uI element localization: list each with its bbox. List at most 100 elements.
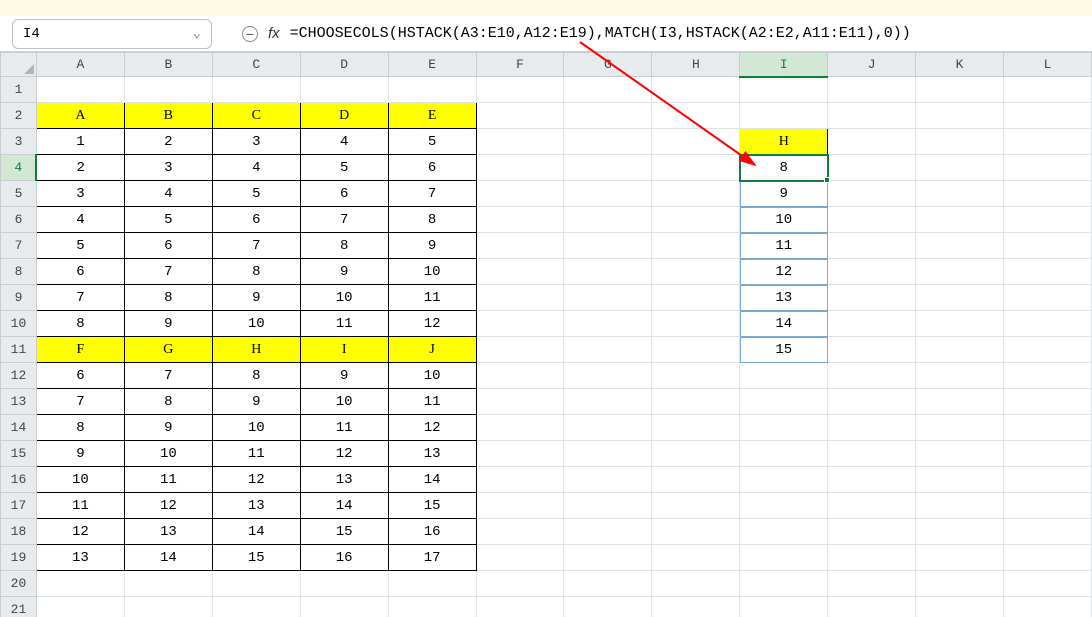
cell-B13[interactable]: 8 bbox=[124, 389, 212, 415]
cell-B16[interactable]: 11 bbox=[124, 467, 212, 493]
cell-L19[interactable] bbox=[1004, 545, 1092, 571]
cell-C4[interactable]: 4 bbox=[212, 155, 300, 181]
cell-J10[interactable] bbox=[828, 311, 916, 337]
cell-H3[interactable] bbox=[652, 129, 740, 155]
cell-L13[interactable] bbox=[1004, 389, 1092, 415]
cell-A13[interactable]: 7 bbox=[36, 389, 124, 415]
cell-L11[interactable] bbox=[1004, 337, 1092, 363]
row-header-5[interactable]: 5 bbox=[1, 181, 37, 207]
cell-B19[interactable]: 14 bbox=[124, 545, 212, 571]
cell-E5[interactable]: 7 bbox=[388, 181, 476, 207]
cell-D4[interactable]: 5 bbox=[300, 155, 388, 181]
cell-A6[interactable]: 4 bbox=[36, 207, 124, 233]
cell-B8[interactable]: 7 bbox=[124, 259, 212, 285]
cell-C16[interactable]: 12 bbox=[212, 467, 300, 493]
col-header-D[interactable]: D bbox=[300, 53, 388, 77]
cell-B21[interactable] bbox=[124, 597, 212, 617]
cell-A15[interactable]: 9 bbox=[36, 441, 124, 467]
cell-J12[interactable] bbox=[828, 363, 916, 389]
cell-E15[interactable]: 13 bbox=[388, 441, 476, 467]
cell-F12[interactable] bbox=[476, 363, 564, 389]
cell-F20[interactable] bbox=[476, 571, 564, 597]
cell-G15[interactable] bbox=[564, 441, 652, 467]
cell-E6[interactable]: 8 bbox=[388, 207, 476, 233]
cell-H8[interactable] bbox=[652, 259, 740, 285]
cell-L14[interactable] bbox=[1004, 415, 1092, 441]
cell-F7[interactable] bbox=[476, 233, 564, 259]
col-header-J[interactable]: J bbox=[828, 53, 916, 77]
col-header-K[interactable]: K bbox=[916, 53, 1004, 77]
col-header-L[interactable]: L bbox=[1004, 53, 1092, 77]
col-header-E[interactable]: E bbox=[388, 53, 476, 77]
cell-E9[interactable]: 11 bbox=[388, 285, 476, 311]
cell-F16[interactable] bbox=[476, 467, 564, 493]
cell-D15[interactable]: 12 bbox=[300, 441, 388, 467]
cell-A4[interactable]: 2 bbox=[36, 155, 124, 181]
cell-H2[interactable] bbox=[652, 103, 740, 129]
cell-E10[interactable]: 12 bbox=[388, 311, 476, 337]
cell-J18[interactable] bbox=[828, 519, 916, 545]
row-header-6[interactable]: 6 bbox=[1, 207, 37, 233]
cell-H18[interactable] bbox=[652, 519, 740, 545]
row-header-1[interactable]: 1 bbox=[1, 77, 37, 103]
cell-E4[interactable]: 6 bbox=[388, 155, 476, 181]
cell-D21[interactable] bbox=[300, 597, 388, 617]
spreadsheet-grid[interactable]: ABCDEFGHIJKL12ABCDE312345H42345685345679… bbox=[0, 52, 1092, 617]
cell-C15[interactable]: 11 bbox=[212, 441, 300, 467]
cell-F6[interactable] bbox=[476, 207, 564, 233]
cell-C21[interactable] bbox=[212, 597, 300, 617]
cell-C14[interactable]: 10 bbox=[212, 415, 300, 441]
cell-F1[interactable] bbox=[476, 77, 564, 103]
cell-L2[interactable] bbox=[1004, 103, 1092, 129]
cell-C17[interactable]: 13 bbox=[212, 493, 300, 519]
cell-J13[interactable] bbox=[828, 389, 916, 415]
cell-B4[interactable]: 3 bbox=[124, 155, 212, 181]
cell-E20[interactable] bbox=[388, 571, 476, 597]
cell-E13[interactable]: 11 bbox=[388, 389, 476, 415]
cell-A12[interactable]: 6 bbox=[36, 363, 124, 389]
cell-H11[interactable] bbox=[652, 337, 740, 363]
cell-H6[interactable] bbox=[652, 207, 740, 233]
col-header-F[interactable]: F bbox=[476, 53, 564, 77]
cell-H20[interactable] bbox=[652, 571, 740, 597]
cell-I19[interactable] bbox=[740, 545, 828, 571]
cell-B3[interactable]: 2 bbox=[124, 129, 212, 155]
cell-B1[interactable] bbox=[124, 77, 212, 103]
cell-C2[interactable]: C bbox=[212, 103, 300, 129]
cell-G3[interactable] bbox=[564, 129, 652, 155]
cell-F18[interactable] bbox=[476, 519, 564, 545]
cell-B17[interactable]: 12 bbox=[124, 493, 212, 519]
cell-K18[interactable] bbox=[916, 519, 1004, 545]
cell-K4[interactable] bbox=[916, 155, 1004, 181]
cell-G20[interactable] bbox=[564, 571, 652, 597]
cell-B20[interactable] bbox=[124, 571, 212, 597]
cell-F4[interactable] bbox=[476, 155, 564, 181]
cell-B9[interactable]: 8 bbox=[124, 285, 212, 311]
cell-F5[interactable] bbox=[476, 181, 564, 207]
cell-D11[interactable]: I bbox=[300, 337, 388, 363]
row-header-11[interactable]: 11 bbox=[1, 337, 37, 363]
cell-H17[interactable] bbox=[652, 493, 740, 519]
cell-E11[interactable]: J bbox=[388, 337, 476, 363]
row-header-20[interactable]: 20 bbox=[1, 571, 37, 597]
cell-I12[interactable] bbox=[740, 363, 828, 389]
cell-J17[interactable] bbox=[828, 493, 916, 519]
cell-K12[interactable] bbox=[916, 363, 1004, 389]
cell-C20[interactable] bbox=[212, 571, 300, 597]
cell-J8[interactable] bbox=[828, 259, 916, 285]
cell-I10[interactable]: 14 bbox=[740, 311, 828, 337]
cell-A21[interactable] bbox=[36, 597, 124, 617]
cell-E21[interactable] bbox=[388, 597, 476, 617]
cell-G12[interactable] bbox=[564, 363, 652, 389]
cell-D17[interactable]: 14 bbox=[300, 493, 388, 519]
formula-input[interactable] bbox=[290, 25, 990, 42]
row-header-3[interactable]: 3 bbox=[1, 129, 37, 155]
row-header-14[interactable]: 14 bbox=[1, 415, 37, 441]
cell-H16[interactable] bbox=[652, 467, 740, 493]
cell-J1[interactable] bbox=[828, 77, 916, 103]
cell-G21[interactable] bbox=[564, 597, 652, 617]
cell-H14[interactable] bbox=[652, 415, 740, 441]
cell-J9[interactable] bbox=[828, 285, 916, 311]
cell-L3[interactable] bbox=[1004, 129, 1092, 155]
cell-A14[interactable]: 8 bbox=[36, 415, 124, 441]
